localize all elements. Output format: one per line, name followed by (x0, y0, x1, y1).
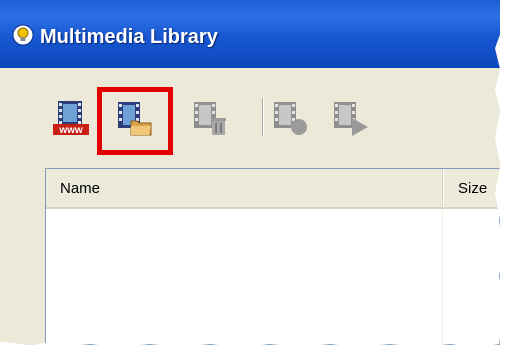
film-www-icon[interactable]: www (53, 100, 89, 136)
column-header-name[interactable]: Name (46, 169, 443, 207)
column-header-size[interactable]: Size (443, 169, 500, 207)
column-divider (442, 207, 443, 345)
window-title: Multimedia Library (40, 26, 218, 48)
media-list[interactable]: Name Size (45, 168, 500, 345)
highlight-box (97, 87, 173, 155)
multimedia-library-window: Multimedia Library www Name Size (0, 0, 500, 345)
film-trash-icon[interactable] (193, 101, 229, 137)
toolbar-separator (262, 98, 264, 136)
www-label: www (58, 125, 83, 136)
film-record-icon[interactable] (273, 101, 309, 137)
list-header: Name Size (46, 169, 500, 209)
lightbulb-icon (12, 24, 34, 46)
column-name-label: Name (60, 180, 101, 197)
film-play-icon[interactable] (333, 101, 369, 137)
title-bar[interactable]: Multimedia Library (0, 0, 500, 68)
column-size-label: Size (458, 180, 488, 197)
